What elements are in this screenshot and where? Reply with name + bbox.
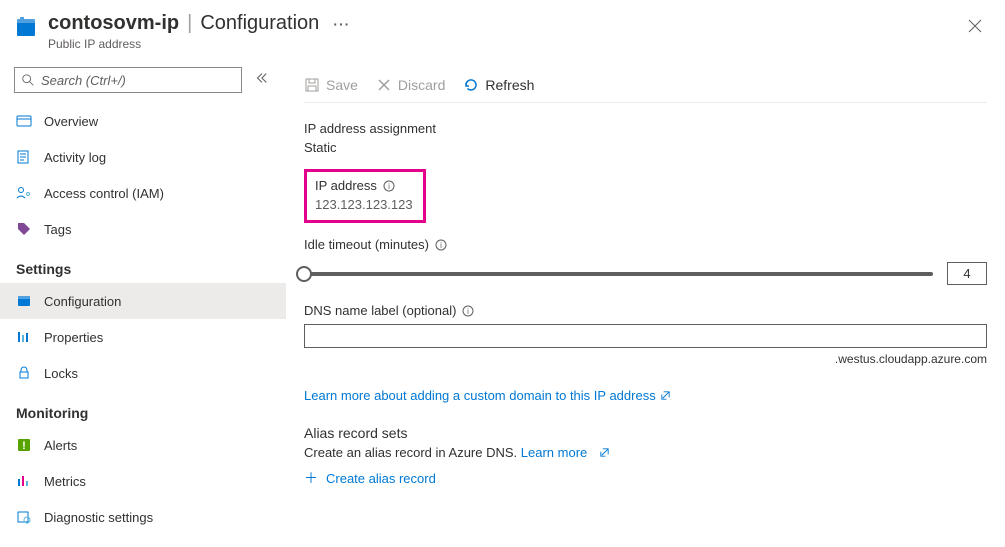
- save-button[interactable]: Save: [304, 77, 358, 93]
- sidebar-item-label: Configuration: [44, 294, 121, 309]
- sidebar-item-metrics[interactable]: Metrics: [0, 463, 286, 499]
- external-link-icon: [660, 390, 671, 401]
- sidebar-item-label: Activity log: [44, 150, 106, 165]
- svg-text:i: i: [388, 182, 390, 191]
- sidebar-item-label: Locks: [44, 366, 78, 381]
- tags-icon: [16, 221, 32, 237]
- blade-header: contosovm-ip | Configuration ··· Public …: [0, 0, 1005, 59]
- ip-assignment-field: IP address assignment Static: [304, 121, 987, 155]
- collapse-sidebar-button[interactable]: [254, 71, 272, 89]
- overview-icon: [16, 113, 32, 129]
- sidebar-item-label: Properties: [44, 330, 103, 345]
- svg-text:!: !: [22, 440, 26, 452]
- page-name: Configuration: [200, 12, 319, 35]
- alias-learn-more-link[interactable]: Learn more: [521, 445, 610, 460]
- page-title: contosovm-ip | Configuration ···: [48, 12, 967, 35]
- ip-address-highlight: IP address i 123.123.123.123: [304, 169, 426, 223]
- dns-suffix-label: .westus.cloudapp.azure.com: [304, 352, 987, 366]
- dns-name-label: DNS name label (optional) i: [304, 303, 987, 318]
- configuration-icon: [16, 293, 32, 309]
- idle-timeout-label: Idle timeout (minutes) i: [304, 237, 987, 252]
- idle-timeout-slider[interactable]: [304, 272, 933, 276]
- close-button[interactable]: [967, 18, 987, 38]
- info-icon[interactable]: i: [462, 305, 474, 317]
- toolbar: Save Discard Refresh: [304, 67, 987, 103]
- sidebar-item-label: Metrics: [44, 474, 86, 489]
- resource-type-label: Public IP address: [48, 37, 967, 51]
- discard-button[interactable]: Discard: [376, 77, 445, 93]
- metrics-icon: [16, 473, 32, 489]
- discard-label: Discard: [398, 77, 445, 93]
- ip-assignment-value: Static: [304, 140, 987, 155]
- alias-record-section: Alias record sets Create an alias record…: [304, 425, 987, 488]
- more-actions-button[interactable]: ···: [325, 16, 350, 32]
- sidebar-group-monitoring: Monitoring: [0, 391, 286, 427]
- sidebar-item-diagnostic-settings[interactable]: Diagnostic settings: [0, 499, 286, 535]
- discard-icon: [376, 77, 392, 93]
- dns-name-field: DNS name label (optional) i .westus.clou…: [304, 303, 987, 366]
- idle-timeout-field: Idle timeout (minutes) i 4: [304, 237, 987, 285]
- resource-name: contosovm-ip: [48, 12, 179, 35]
- search-input[interactable]: [41, 73, 235, 88]
- svg-text:i: i: [468, 307, 470, 316]
- sidebar-item-tags[interactable]: Tags: [0, 211, 286, 247]
- sidebar-item-label: Overview: [44, 114, 98, 129]
- sidebar-item-properties[interactable]: Properties: [0, 319, 286, 355]
- sidebar-item-overview[interactable]: Overview: [0, 103, 286, 139]
- info-icon[interactable]: i: [435, 239, 447, 251]
- diagnostic-icon: [16, 509, 32, 525]
- create-alias-button[interactable]: ＋Create alias record: [304, 468, 436, 488]
- ip-address-label: IP address i: [315, 178, 413, 193]
- slider-thumb[interactable]: [296, 266, 312, 282]
- alias-description: Create an alias record in Azure DNS. Lea…: [304, 445, 987, 460]
- sidebar-group-settings: Settings: [0, 247, 286, 283]
- svg-text:i: i: [440, 241, 442, 250]
- dns-name-input[interactable]: [304, 324, 987, 348]
- search-box[interactable]: [14, 67, 242, 93]
- info-icon[interactable]: i: [383, 180, 395, 192]
- sidebar-item-access-control[interactable]: Access control (IAM): [0, 175, 286, 211]
- content-pane: Save Discard Refresh IP address assignme…: [286, 59, 1005, 547]
- properties-icon: [16, 329, 32, 345]
- refresh-icon: [463, 77, 479, 93]
- refresh-label: Refresh: [485, 77, 534, 93]
- sidebar-item-activity-log[interactable]: Activity log: [0, 139, 286, 175]
- refresh-button[interactable]: Refresh: [463, 77, 534, 93]
- sidebar-item-alerts[interactable]: ! Alerts: [0, 427, 286, 463]
- sidebar: Overview Activity log Access control (IA…: [0, 59, 286, 547]
- resource-icon: [14, 16, 38, 40]
- alias-title: Alias record sets: [304, 425, 987, 441]
- ip-assignment-label: IP address assignment: [304, 121, 987, 136]
- sidebar-item-locks[interactable]: Locks: [0, 355, 286, 391]
- sidebar-item-label: Diagnostic settings: [44, 510, 153, 525]
- custom-domain-link[interactable]: Learn more about adding a custom domain …: [304, 388, 671, 403]
- alerts-icon: !: [16, 437, 32, 453]
- locks-icon: [16, 365, 32, 381]
- search-icon: [21, 73, 35, 87]
- access-control-icon: [16, 185, 32, 201]
- ip-address-value: 123.123.123.123: [315, 197, 413, 212]
- title-separator: |: [185, 12, 194, 35]
- idle-timeout-value[interactable]: 4: [947, 262, 987, 285]
- save-label: Save: [326, 77, 358, 93]
- sidebar-item-configuration[interactable]: Configuration: [0, 283, 286, 319]
- sidebar-item-label: Access control (IAM): [44, 186, 164, 201]
- external-link-icon: [599, 447, 610, 458]
- sidebar-item-label: Tags: [44, 222, 71, 237]
- sidebar-item-label: Alerts: [44, 438, 77, 453]
- plus-icon: ＋: [304, 468, 322, 488]
- save-icon: [304, 77, 320, 93]
- activity-log-icon: [16, 149, 32, 165]
